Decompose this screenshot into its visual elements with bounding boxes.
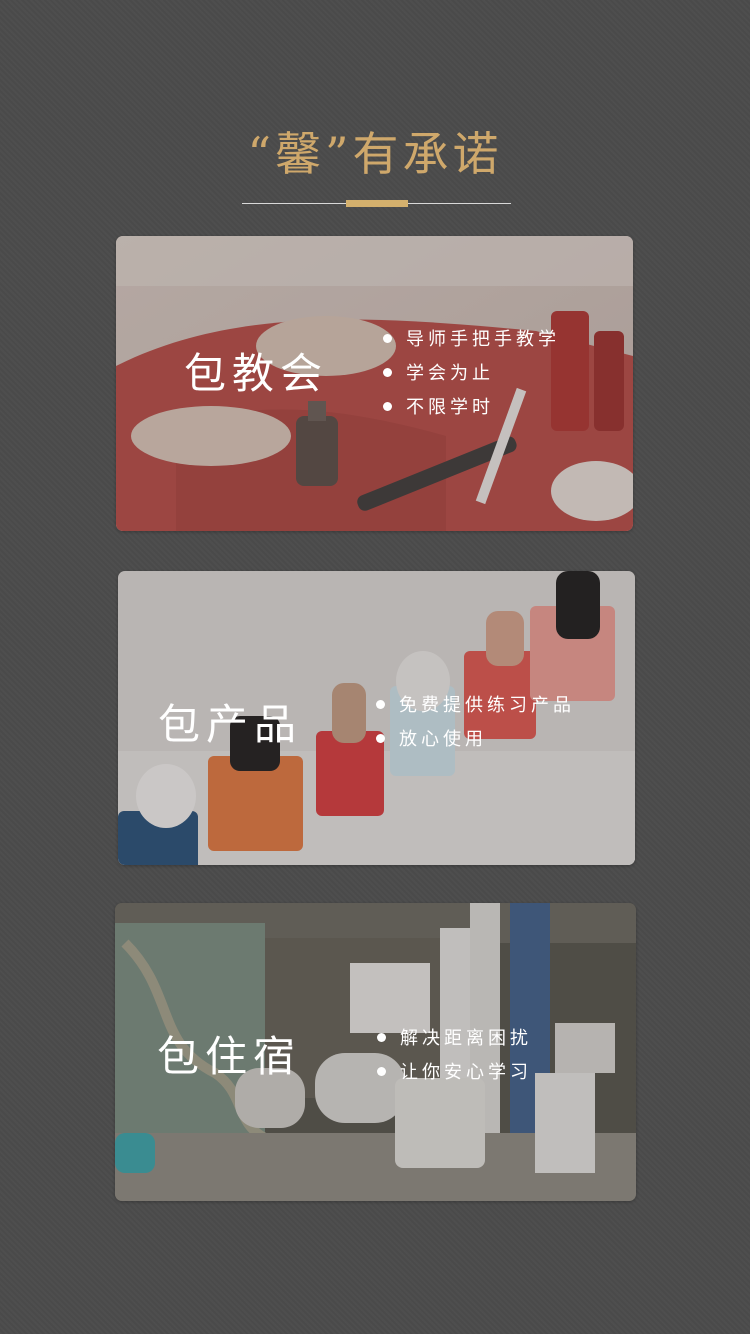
bullet-text: 放心使用 (399, 729, 487, 750)
bullet-list: 解决距离困扰 让你安心学习 (377, 1020, 532, 1088)
card-accommodation[interactable]: 包住宿 解决距离困扰 让你安心学习 (115, 903, 636, 1201)
bullet-dot-icon (376, 699, 385, 709)
bullet-item: 不限学时 (383, 389, 560, 423)
bullet-text: 让你安心学习 (400, 1062, 532, 1083)
bullet-item: 让你安心学习 (377, 1054, 532, 1088)
bullet-item: 放心使用 (376, 721, 575, 755)
bullet-text: 不限学时 (406, 397, 494, 418)
bullet-text: 免费提供练习产品 (399, 695, 575, 716)
bullet-dot-icon (377, 1032, 386, 1042)
card-title: 包产品 (158, 700, 303, 749)
bullet-text: 解决距离困扰 (400, 1028, 532, 1049)
bullet-dot-icon (383, 401, 392, 411)
bullet-item: 解决距离困扰 (377, 1020, 532, 1054)
card-teaching[interactable]: 包教会 导师手把手教学 学会为止 不限学时 (116, 236, 633, 531)
card-products[interactable]: 包产品 免费提供练习产品 放心使用 (118, 571, 635, 865)
bullet-dot-icon (383, 367, 392, 377)
bullet-item: 导师手把手教学 (383, 321, 560, 355)
bullet-item: 免费提供练习产品 (376, 687, 575, 721)
bullet-list: 导师手把手教学 学会为止 不限学时 (383, 321, 560, 423)
card-title: 包教会 (184, 349, 329, 398)
bullet-dot-icon (383, 333, 392, 343)
bullet-text: 导师手把手教学 (406, 329, 560, 350)
title-accent-bar (346, 200, 408, 207)
page: “馨”有承诺 包教会 导师手把手教学 学会为止 不限学时 包产品 免费提供练习产… (0, 0, 750, 1334)
bullet-item: 学会为止 (383, 355, 560, 389)
bullet-text: 学会为止 (406, 363, 494, 384)
bullet-list: 免费提供练习产品 放心使用 (376, 687, 575, 755)
bullet-dot-icon (377, 1066, 386, 1076)
card-title: 包住宿 (157, 1032, 302, 1081)
bullet-dot-icon (376, 733, 385, 743)
page-title: “馨”有承诺 (247, 127, 503, 181)
